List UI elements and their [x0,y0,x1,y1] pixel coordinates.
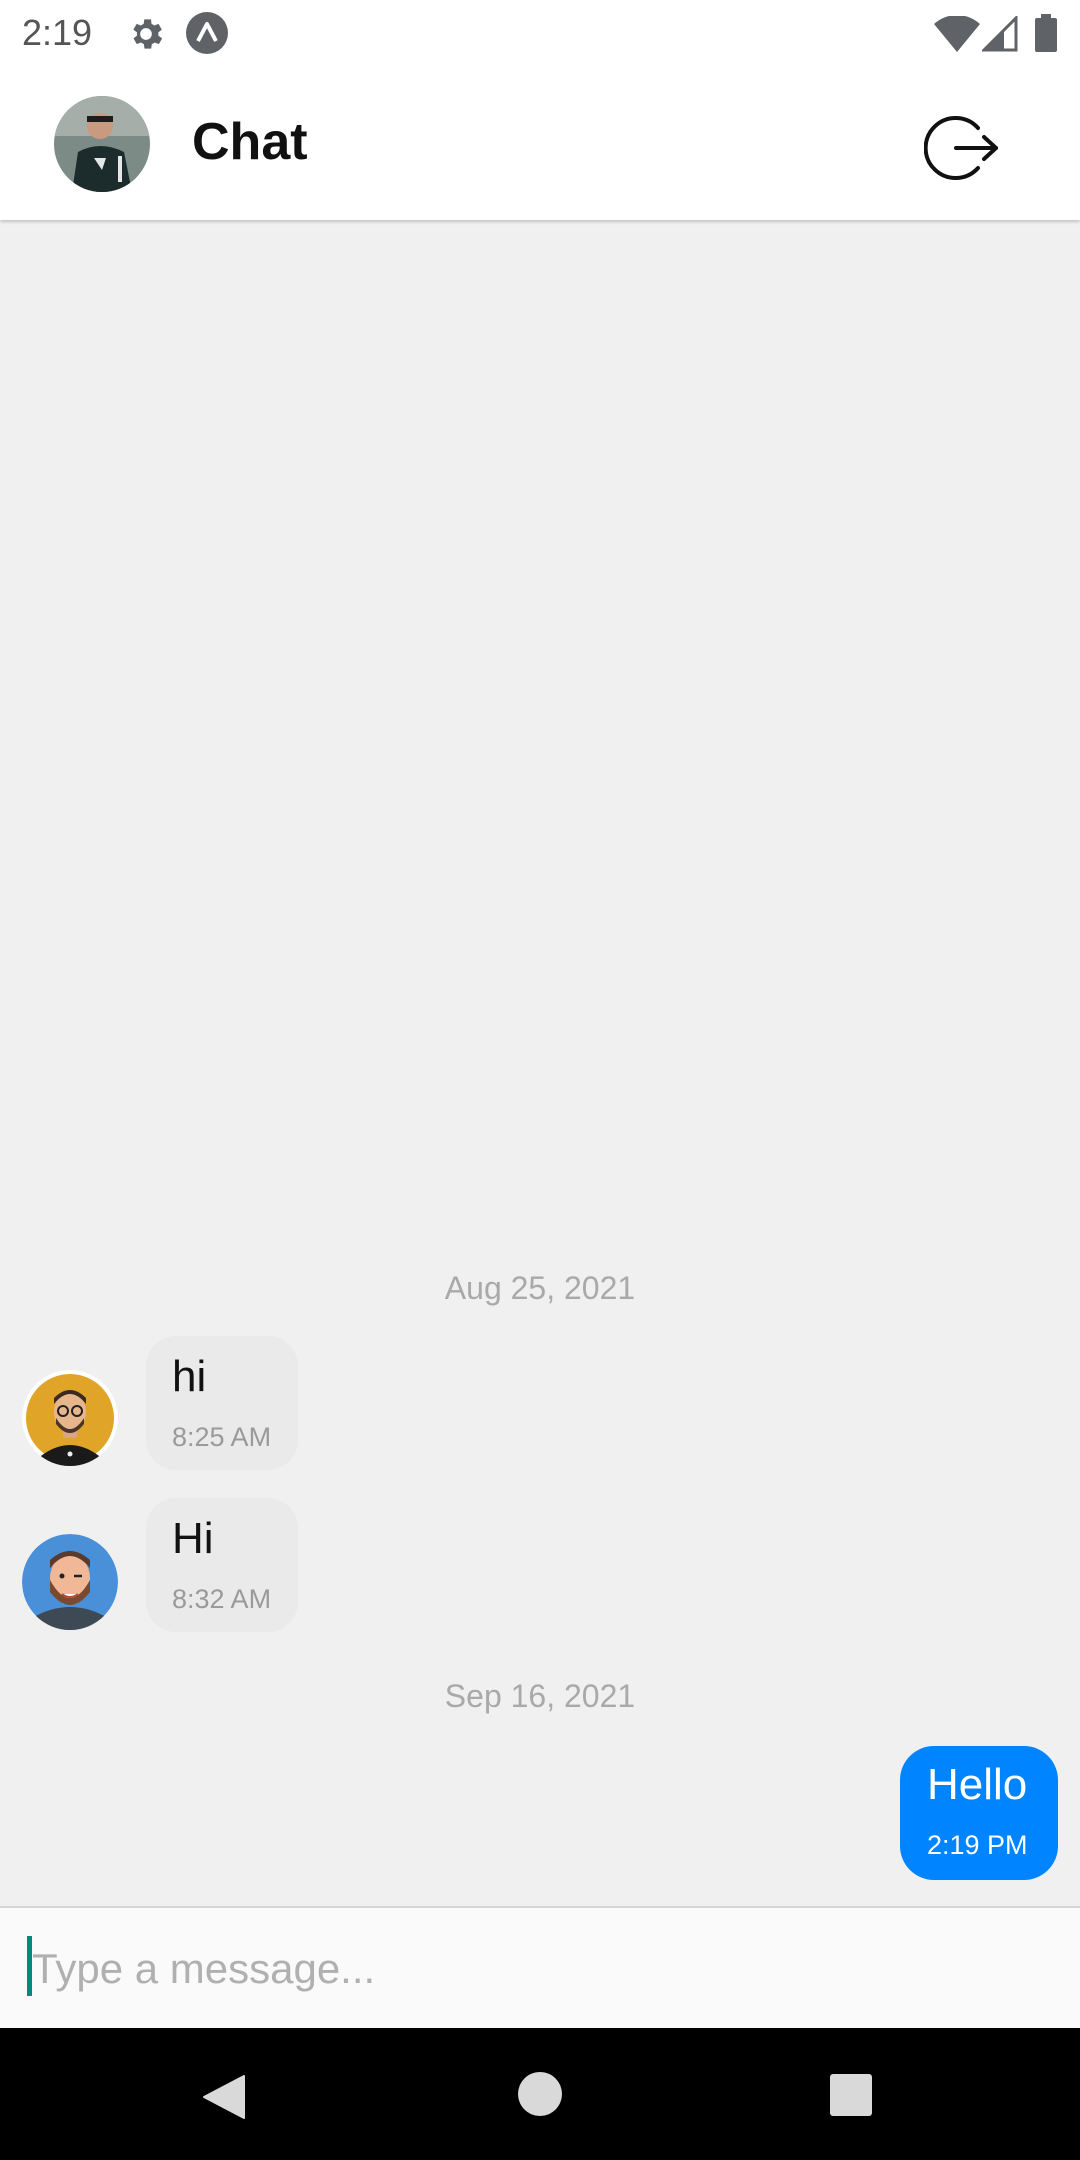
back-icon[interactable] [202,2074,246,2120]
message-bubble-incoming[interactable]: hi 8:25 AM [146,1336,298,1470]
battery-icon [1035,14,1057,52]
recents-icon[interactable] [830,2074,872,2116]
message-avatar[interactable] [22,1370,118,1466]
chat-screen: 2:19 Chat Aug 25, 2021 hi 8:25 AM Hi 8:3… [0,0,1080,2160]
date-separator: Sep 16, 2021 [444,1678,636,1714]
status-time: 2:19 [22,12,93,53]
message-text: hi [172,1352,207,1401]
message-bubble-incoming[interactable]: Hi 8:32 AM [146,1498,298,1632]
message-bubble-outgoing[interactable]: Hello 2:19 PM [900,1746,1058,1880]
message-timestamp: 2:19 PM [927,1830,1028,1860]
app-header: Chat [0,66,1080,220]
text-caret [27,1936,32,1996]
system-nav-bar [0,2028,1080,2160]
gear-icon [133,19,163,49]
signal-icon [982,16,1018,52]
message-input[interactable] [26,1934,1052,2004]
message-timestamp: 8:25 AM [172,1422,272,1452]
app-a-icon [186,12,228,54]
page-title: Chat [192,113,308,171]
profile-avatar[interactable] [54,96,150,192]
message-text: Hello [927,1760,1028,1809]
status-bar: 2:19 [0,0,1080,66]
message-composer [0,1906,1080,2029]
logout-icon[interactable] [924,110,1000,186]
message-avatar[interactable] [22,1534,118,1630]
wifi-icon [934,16,980,52]
home-icon[interactable] [518,2072,562,2116]
message-text: Hi [172,1514,214,1563]
message-timestamp: 8:32 AM [172,1584,272,1614]
date-separator: Aug 25, 2021 [444,1270,636,1306]
